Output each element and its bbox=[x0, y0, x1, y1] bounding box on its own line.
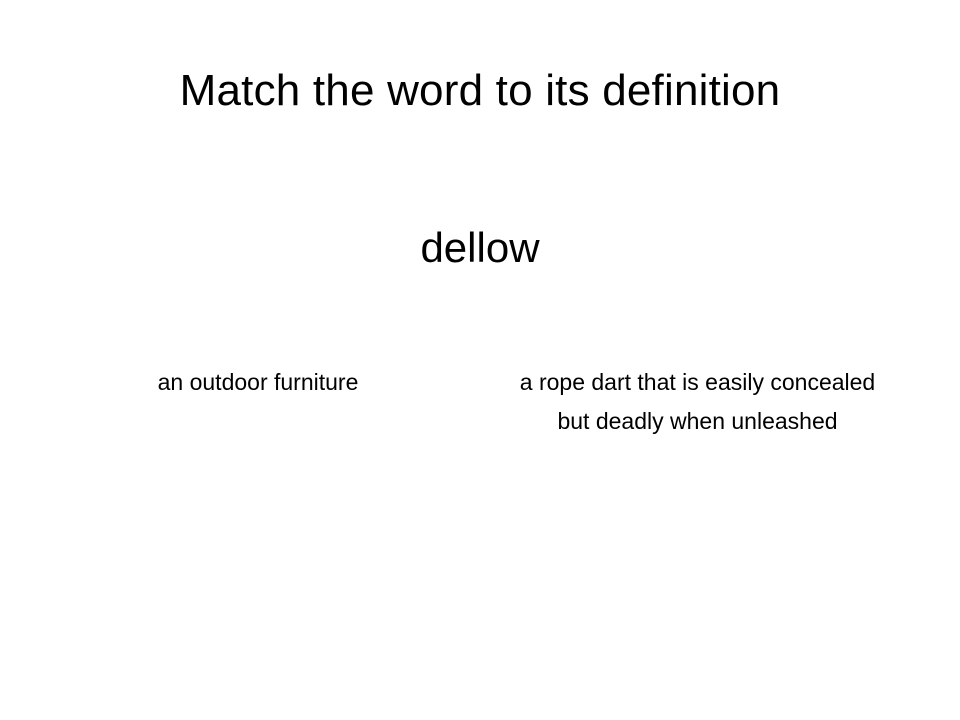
slide-title: Match the word to its definition bbox=[179, 66, 781, 115]
target-word: dellow bbox=[420, 224, 540, 271]
definition-option-2[interactable]: a rope dart that is easily concealed but… bbox=[505, 363, 890, 441]
definition-option-1[interactable]: an outdoor furniture bbox=[108, 363, 408, 402]
quiz-slide: Match the word to its definition dellow … bbox=[0, 0, 960, 720]
